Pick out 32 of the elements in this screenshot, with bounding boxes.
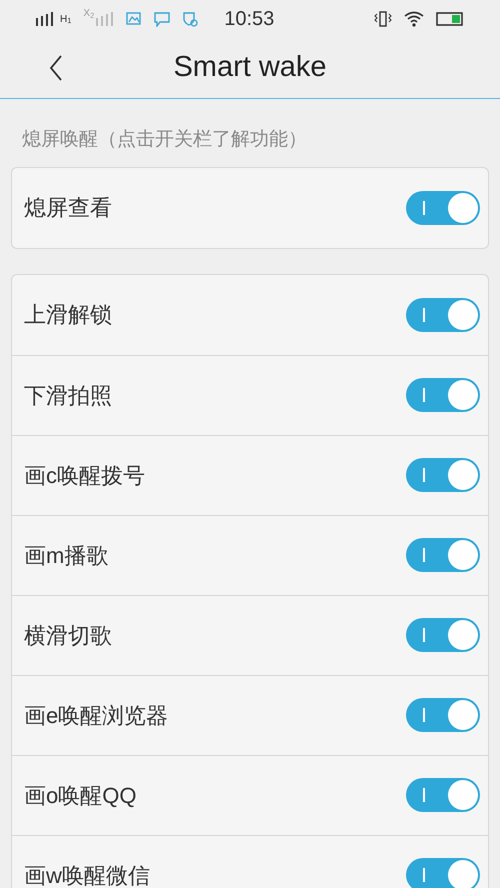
- toggle-switch[interactable]: [406, 458, 480, 492]
- network-type-label: H$_{1}$: [60, 12, 72, 26]
- toggle-switch[interactable]: [406, 778, 480, 812]
- wifi-icon: [404, 11, 424, 27]
- page-title: Smart wake: [172, 50, 328, 86]
- section-label: 熄屏唤醒（点击开关栏了解功能）: [21, 128, 308, 152]
- setting-label: 横滑切歌: [24, 622, 113, 650]
- toggle-switch[interactable]: [406, 190, 480, 224]
- toggle-switch[interactable]: [406, 378, 480, 412]
- setting-label: 画e唤醒浏览器: [24, 702, 170, 730]
- setting-label: 上滑解锁: [24, 301, 113, 329]
- toggle-switch[interactable]: [406, 298, 480, 332]
- message-icon: [154, 12, 170, 26]
- setting-label: 画c唤醒拨号: [24, 462, 146, 490]
- setting-label: 画w唤醒微信: [24, 862, 151, 888]
- signal-icon: [96, 12, 114, 26]
- back-icon: [49, 55, 63, 81]
- setting-label: 画o唤醒QQ: [24, 782, 138, 810]
- sim-label: X$_{2}$: [83, 7, 94, 21]
- setting-label: 熄屏查看: [24, 194, 113, 222]
- signal-icon: [36, 12, 54, 26]
- toggle-switch[interactable]: [406, 858, 480, 888]
- vibrate-icon: [374, 11, 392, 27]
- clock-time: 10:53: [224, 7, 274, 32]
- image-icon: [126, 12, 142, 26]
- toggle-switch[interactable]: [406, 698, 480, 732]
- toggle-switch[interactable]: [406, 538, 480, 572]
- toggle-switch[interactable]: [406, 618, 480, 652]
- shield-icon: [182, 11, 198, 27]
- battery-icon: [436, 12, 464, 26]
- setting-label: 画m播歌: [24, 542, 110, 570]
- setting-label: 下滑拍照: [24, 382, 113, 410]
